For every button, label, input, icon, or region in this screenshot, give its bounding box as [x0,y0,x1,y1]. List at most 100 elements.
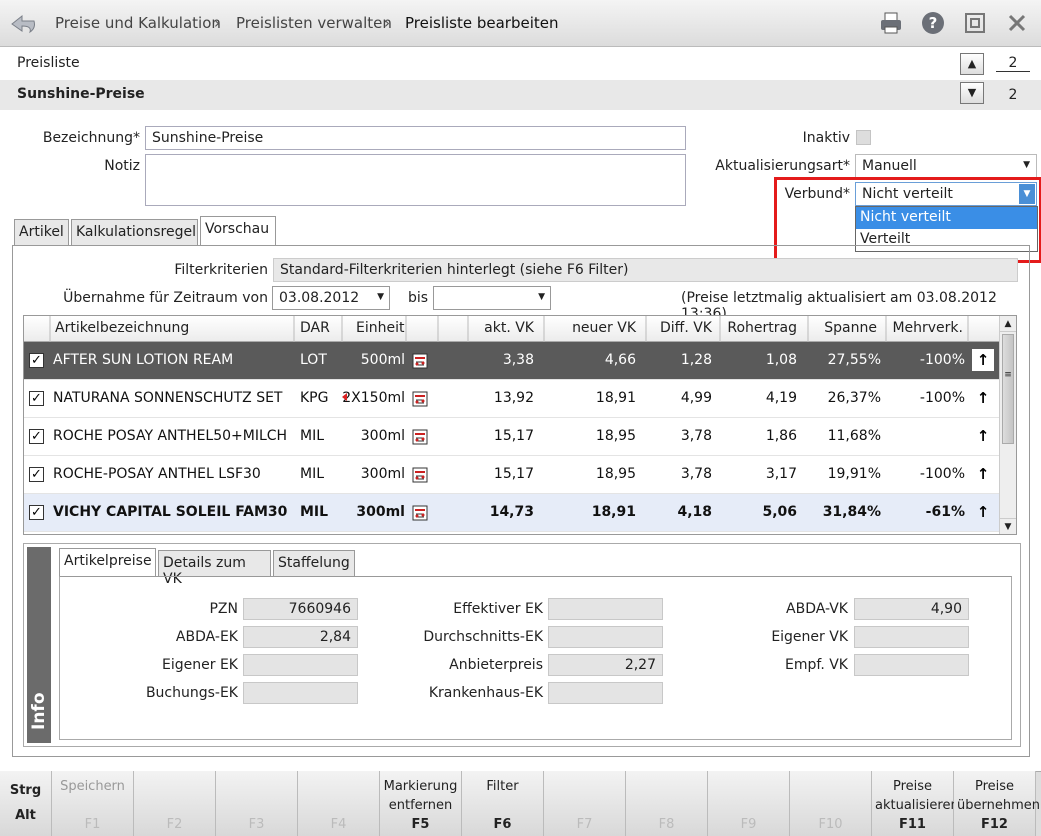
breadcrumb-item[interactable]: Preise und Kalkulation [55,14,221,32]
cell-spanne: 11,68% [827,428,881,444]
fkey-label [790,771,871,777]
record-down-button[interactable]: ▼ [960,82,984,104]
arrow-up-icon[interactable]: ↑ [972,349,994,371]
aktualisierungsart-select[interactable]: Manuell ▼ [855,154,1037,178]
row-checkbox[interactable]: ✓ [29,391,44,406]
aktualisierungsart-value: Manuell [862,158,917,174]
arrow-up-icon[interactable]: ↑ [972,501,994,523]
window-restore-icon[interactable] [962,10,988,36]
chevron-down-icon: ▼ [1023,160,1030,170]
fkey-f5[interactable]: Markierung entfernen F5 [380,771,462,836]
table-row[interactable]: ✓ VICHY CAPITAL SOLEIL FAM30 MIL 300ml 14,73… [24,494,999,532]
fkey-f2[interactable]: F2 [134,771,216,836]
help-icon[interactable]: ? [920,10,946,36]
fkey-f3[interactable]: F3 [216,771,298,836]
tab-details-zum-vk[interactable]: Details zum VK [158,550,271,587]
table-row[interactable]: ✓ ROCHE POSAY ANTHEL50+MILCH MIL 300ml 15,17… [24,418,999,456]
dropdown-option-nicht-verteilt[interactable]: Nicht verteilt [856,207,1037,229]
back-icon[interactable] [8,10,38,36]
fkey-f1[interactable]: Speichern F1 [52,771,134,836]
cell-neuer-vk: 18,95 [595,428,636,444]
tab-staffelung[interactable]: Staffelung [273,550,355,576]
dropdown-arrow-button[interactable]: ▼ [1019,184,1035,204]
record-counter: 2 [996,55,1030,72]
fkey-label [134,771,215,777]
cell-mehrverk: -100% [919,352,965,368]
print-icon[interactable] [878,10,904,36]
calculator-icon[interactable] [412,391,428,407]
arrow-up-icon[interactable]: ↑ [972,463,994,485]
info-label: PZN [209,601,238,617]
cell-rohertrag: 5,06 [762,504,797,520]
cell-diff-vk: 3,78 [680,428,712,444]
arrow-up-icon[interactable]: ↑ [972,425,994,447]
cell-neuer-vk: 18,91 [595,390,636,406]
table-scrollbar[interactable]: ▲ ≡ ▼ [999,316,1016,534]
zeitraum-to-select[interactable]: ▼ [433,286,551,310]
fkey-f8[interactable]: F8 [626,771,708,836]
tab-vorschau[interactable]: Vorschau [200,216,276,245]
modifier-alt: Alt [15,808,36,823]
fkey-code: F9 [740,817,757,832]
fkey-label [216,771,297,777]
calculator-icon[interactable] [412,505,428,521]
row-checkbox[interactable]: ✓ [29,467,44,482]
chevron-down-icon: ▼ [377,292,384,302]
info-label: Durchschnitts-EK [423,629,543,645]
cell-diff-vk: 3,78 [680,466,712,482]
fkey-f6[interactable]: Filter F6 [462,771,544,836]
close-icon[interactable] [1004,10,1030,36]
table-row[interactable]: ✓ AFTER SUN LOTION REAM LOT 500ml 3,38 4,66 1,… [24,342,999,380]
notiz-field[interactable] [145,154,686,206]
inaktiv-label: Inaktiv [802,130,850,146]
fkey-label: Filter [486,779,519,794]
info-label: Eigener EK [162,657,238,673]
fkey-code: F6 [493,817,512,832]
scroll-up-arrow[interactable]: ▲ [1000,316,1016,332]
cell-neuer-vk: 4,66 [604,352,636,368]
calculator-icon[interactable] [412,467,428,483]
fkey-code: F3 [248,817,265,832]
record-up-button[interactable]: ▲ [960,53,984,75]
breadcrumb-item[interactable]: Preislisten verwalten [236,14,392,32]
row-checkbox[interactable]: ✓ [29,353,44,368]
table-row[interactable]: ✓ NATURANA SONNENSCHUTZ SET KPG 2X150ml 13,9… [24,380,999,418]
table-row[interactable]: ✓ ROCHE-POSAY ANTHEL LSF30 MIL 300ml 15,17 18… [24,456,999,494]
scroll-thumb[interactable]: ≡ [1002,334,1014,444]
cell-spanne: 27,55% [827,352,881,368]
zeitraum-from-select[interactable]: 03.08.2012 ▼ [272,286,390,310]
row-checkbox[interactable]: ✓ [29,505,44,520]
info-label: Anbieterpreis [449,657,543,673]
breadcrumb-current: Preisliste bearbeiten [405,14,559,32]
fkey-f4[interactable]: F4 [298,771,380,836]
cell-spanne: 31,84% [822,504,881,520]
cell-diff-vk: 4,99 [680,390,712,406]
tab-artikel[interactable]: Artikel [14,219,69,245]
chevron-down-icon: ▼ [538,292,545,302]
tab-kalkulationsregel[interactable]: Kalkulationsregel [71,219,198,245]
fkey-f9[interactable]: F9 [708,771,790,836]
info-label: ABDA-EK [175,629,238,645]
cell-diff-vk: 4,18 [677,504,712,520]
modifier-keys[interactable]: Strg Alt [0,771,52,836]
row-checkbox[interactable]: ✓ [29,429,44,444]
verbund-select[interactable]: Nicht verteilt ▼ [855,182,1037,206]
cell-neuer-vk: 18,91 [591,504,636,520]
tab-artikelpreise[interactable]: Artikelpreise [59,548,156,577]
info-label: Krankenhaus-EK [428,685,543,701]
fkey-label [544,771,625,777]
calculator-icon[interactable] [412,429,428,445]
fkey-f10[interactable]: F10 [790,771,872,836]
calculator-icon[interactable] [412,353,428,369]
fkey-label: Preise aktualisieren [875,779,959,813]
inaktiv-checkbox[interactable] [856,130,871,145]
fkey-f7[interactable]: F7 [544,771,626,836]
arrow-up-icon[interactable]: ↑ [972,387,994,409]
fkey-f12[interactable]: Preise übernehmen F12 [954,771,1040,836]
fkey-code: F4 [330,817,347,832]
zeitraum-label: Übernahme für Zeitraum von [63,290,268,306]
fkey-f11[interactable]: Preise aktualisieren F11 [872,771,959,836]
scroll-down-arrow[interactable]: ▼ [1000,518,1016,534]
fkey-code: F11 [899,817,926,832]
bezeichnung-field[interactable]: Sunshine-Preise [145,126,686,150]
